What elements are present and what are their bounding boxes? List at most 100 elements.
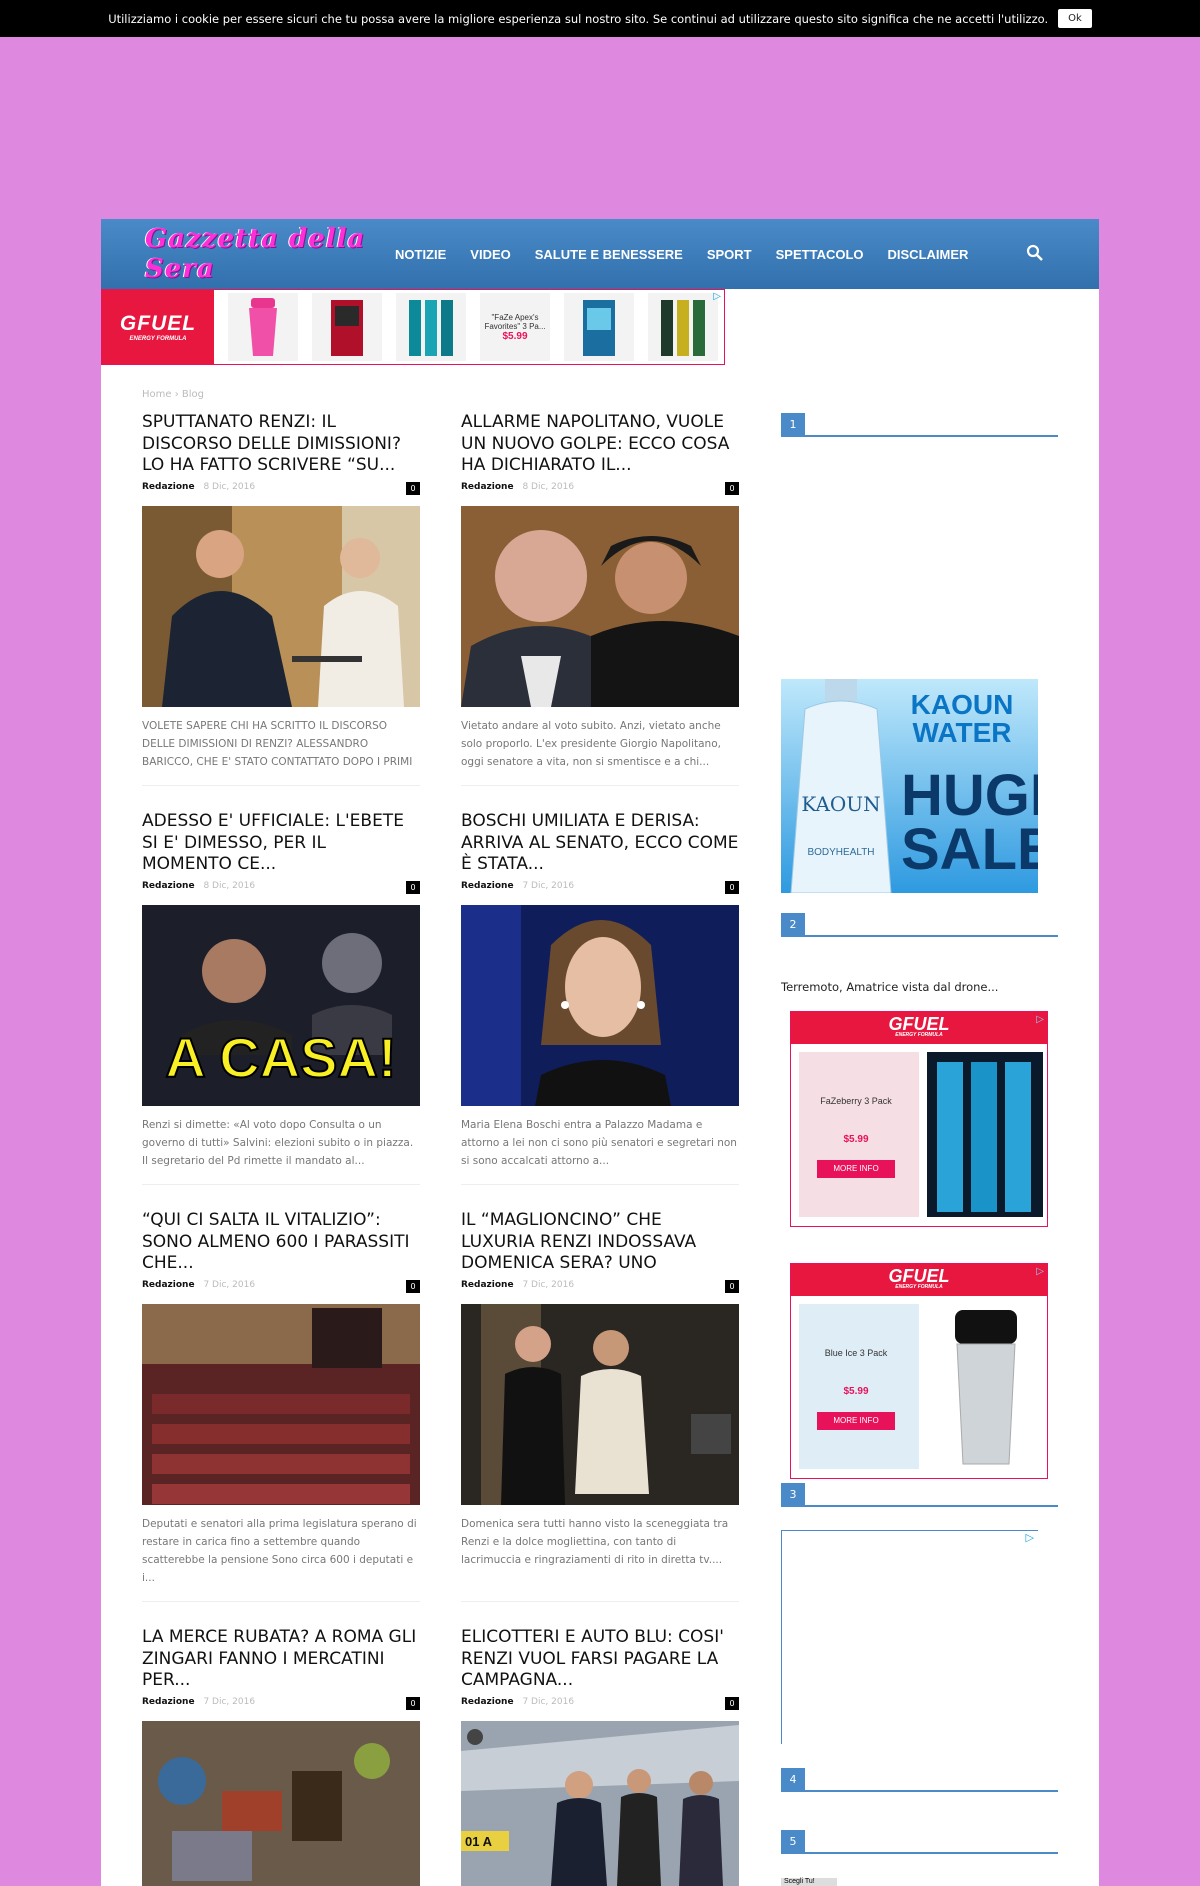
- comment-count-badge[interactable]: 0: [406, 482, 420, 495]
- article-image[interactable]: [461, 1304, 739, 1505]
- article-image[interactable]: [142, 1304, 420, 1505]
- nav-item-salute[interactable]: SALUTE E BENESSERE: [535, 247, 683, 262]
- gfuel-ad-price: $5.99: [843, 1386, 869, 1397]
- article-date: 7 Dic, 2016: [203, 1280, 256, 1290]
- breadcrumb-home[interactable]: Home: [142, 389, 172, 400]
- sidebar-block-header: 3: [781, 1483, 1058, 1507]
- comment-count-badge[interactable]: 0: [725, 1280, 739, 1293]
- gfuel-banner-ad[interactable]: GFUEL ENERGY FORMULA "FaZe Apex's Favori…: [101, 289, 725, 365]
- sidebar-block-header: 4: [781, 1768, 1058, 1792]
- nav-item-spettacolo[interactable]: SPETTACOLO: [776, 247, 864, 262]
- article-divider: [461, 1184, 739, 1185]
- article-image[interactable]: [142, 506, 420, 707]
- ad-promo-text: "FaZe Apex's Favorites" 3 Pa...: [484, 312, 546, 331]
- article-excerpt: Vietato andare al voto subito. Anzi, vie…: [461, 720, 721, 768]
- ad-choices-icon[interactable]: ▷: [1026, 1531, 1034, 1544]
- comment-count-badge[interactable]: 0: [406, 881, 420, 894]
- article-image[interactable]: 01 A: [461, 1721, 739, 1886]
- article-title[interactable]: BOSCHI UMILIATA E DERISA: ARRIVA AL SENA…: [461, 811, 739, 877]
- gfuel-product-right: [927, 1052, 1043, 1217]
- article-author[interactable]: Redazione: [461, 881, 514, 891]
- article-author[interactable]: Redazione: [142, 1280, 195, 1290]
- article-image[interactable]: [461, 905, 739, 1106]
- article-title[interactable]: ELICOTTERI E AUTO BLU: COSI' RENZI VUOL …: [461, 1627, 739, 1693]
- nav-item-disclaimer[interactable]: DISCLAIMER: [888, 247, 969, 262]
- article-author[interactable]: Redazione: [142, 881, 195, 891]
- nav-item-sport[interactable]: SPORT: [707, 247, 752, 262]
- article-title[interactable]: IL “MAGLIONCINO” CHE LUXURIA RENZI INDOS…: [461, 1210, 739, 1276]
- sidebar-tiny-label[interactable]: Scegli Tu!: [781, 1878, 837, 1886]
- sidebar-block-header: 1: [781, 413, 1058, 437]
- article-author[interactable]: Redazione: [461, 482, 514, 492]
- nav-item-notizie[interactable]: NOTIZIE: [395, 247, 446, 262]
- article-title[interactable]: ADESSO E' UFFICIALE: L'EBETE SI E' DIMES…: [142, 811, 420, 877]
- comment-count-badge[interactable]: 0: [725, 1697, 739, 1710]
- cookie-ok-button[interactable]: Ok: [1058, 9, 1092, 28]
- sidebar-block-number: 2: [781, 913, 805, 937]
- article-image[interactable]: A CASA!: [142, 905, 420, 1106]
- comment-count-badge[interactable]: 0: [406, 1697, 420, 1710]
- ad-brand-sub: ENERGY FORMULA: [129, 336, 187, 342]
- article-meta: Redazione 7 Dic, 2016 0: [142, 1697, 420, 1711]
- kaoun-headline: HUGE SALE: [901, 763, 1038, 882]
- gfuel-sidebar-ad[interactable]: GFUEL ENERGY FORMULA ▷ Blue Ice 3 Pack $…: [790, 1263, 1048, 1479]
- sidebar-block-number: 3: [781, 1483, 805, 1507]
- article-author[interactable]: Redazione: [461, 1697, 514, 1707]
- breadcrumb-current: Blog: [181, 389, 205, 400]
- article-image[interactable]: [461, 506, 739, 707]
- ad-choices-icon[interactable]: ▷: [1036, 1014, 1044, 1025]
- sidebar-block-header: 2: [781, 913, 1058, 937]
- article-image[interactable]: [142, 1721, 420, 1886]
- article-title[interactable]: SPUTTANATO RENZI: IL DISCORSO DELLE DIMI…: [142, 412, 420, 478]
- sidebar-video-caption[interactable]: Terremoto, Amatrice vista dal drone...: [781, 980, 998, 994]
- article-card: ELICOTTERI E AUTO BLU: COSI' RENZI VUOL …: [461, 1627, 739, 1886]
- article-meta: Redazione 7 Dic, 2016 0: [461, 881, 739, 895]
- search-icon[interactable]: [1025, 243, 1045, 263]
- sidebar-block-number: 4: [781, 1768, 805, 1792]
- article-date: 8 Dic, 2016: [522, 482, 575, 492]
- comment-count-badge[interactable]: 0: [406, 1280, 420, 1293]
- gfuel-ad-header: GFUEL ENERGY FORMULA: [791, 1264, 1047, 1296]
- article-title[interactable]: “QUI CI SALTA IL VITALIZIO”: SONO ALMENO…: [142, 1210, 420, 1276]
- comment-count-badge[interactable]: 0: [725, 881, 739, 894]
- ad-product-shaker: [228, 293, 298, 361]
- gfuel-sidebar-ad[interactable]: GFUEL ENERGY FORMULA ▷ FaZeberry 3 Pack …: [790, 1011, 1048, 1227]
- gfuel-ad-brand: GFUEL: [888, 1014, 950, 1034]
- ad-brand-text: GFUEL: [119, 312, 197, 335]
- article-card: IL “MAGLIONCINO” CHE LUXURIA RENZI INDOS…: [461, 1210, 739, 1602]
- gfuel-ad-price: $5.99: [843, 1134, 869, 1145]
- article-card: LA MERCE RUBATA? A ROMA GLI ZINGARI FANN…: [142, 1627, 420, 1886]
- article-date: 7 Dic, 2016: [522, 1697, 575, 1707]
- article-divider: [142, 785, 420, 786]
- ad-choices-icon[interactable]: ▷: [713, 291, 721, 302]
- article-title[interactable]: ALLARME NAPOLITANO, VUOLE UN NUOVO GOLPE…: [461, 412, 739, 478]
- article-meta: Redazione 7 Dic, 2016 0: [461, 1280, 739, 1294]
- ad-choices-icon[interactable]: ▷: [1036, 1266, 1044, 1277]
- article-author[interactable]: Redazione: [142, 482, 195, 492]
- gfuel-more-info-button[interactable]: MORE INFO: [817, 1160, 895, 1178]
- breadcrumb: Home › Blog: [142, 389, 204, 400]
- comment-count-badge[interactable]: 0: [725, 482, 739, 495]
- nav-item-video[interactable]: VIDEO: [470, 247, 510, 262]
- article-date: 7 Dic, 2016: [203, 1697, 256, 1707]
- ad-product-packs-mixed: [648, 293, 718, 361]
- article-author[interactable]: Redazione: [461, 1280, 514, 1290]
- gfuel-more-info-button[interactable]: MORE INFO: [817, 1412, 895, 1430]
- ad-promo-price: $5.99: [502, 330, 528, 342]
- gfuel-ad-sub: ENERGY FORMULA: [895, 1032, 943, 1038]
- site-logo[interactable]: Gazzetta della Sera: [145, 224, 395, 284]
- article-excerpt: VOLETE SAPERE CHI HA SCRITTO IL DISCORSO…: [142, 720, 413, 768]
- kaoun-title: KAOUN WATER: [910, 689, 1014, 748]
- article-meta: Redazione 7 Dic, 2016 0: [461, 1697, 739, 1711]
- article-title[interactable]: LA MERCE RUBATA? A ROMA GLI ZINGARI FANN…: [142, 1627, 420, 1693]
- article-divider: [142, 1601, 420, 1602]
- gfuel-ad-product: Blue Ice 3 Pack: [824, 1348, 888, 1358]
- article-divider: [461, 785, 739, 786]
- article-date: 7 Dic, 2016: [522, 881, 575, 891]
- sidebar-ad-placeholder[interactable]: ▷: [781, 1530, 1038, 1744]
- cookie-bar: Utilizziamo i cookie per essere sicuri c…: [0, 0, 1200, 37]
- kaoun-bottle-label: KAOUN: [801, 792, 880, 816]
- article-author[interactable]: Redazione: [142, 1697, 195, 1707]
- gfuel-logo: GFUEL ENERGY FORMULA: [102, 290, 214, 364]
- kaoun-water-ad[interactable]: KAOUN BODYHEALTH KAOUN WATER HUGE SALE: [781, 679, 1038, 893]
